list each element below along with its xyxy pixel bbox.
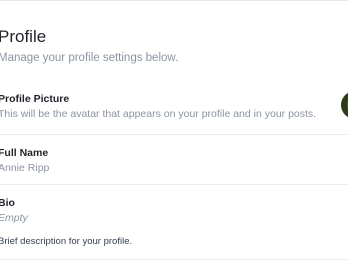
page-title: Profile: [0, 27, 47, 46]
row-divider: [0, 259, 348, 260]
bio-value: Empty: [0, 212, 28, 224]
avatar[interactable]: [341, 91, 348, 119]
bio-help-text: Brief description for your profile.: [0, 236, 133, 247]
profile-picture-label: Profile Picture: [0, 93, 70, 105]
row-divider: [0, 134, 348, 135]
bio-label: Bio: [0, 197, 15, 209]
full-name-value: Annie Ripp: [0, 162, 50, 174]
top-divider: [0, 0, 348, 1]
row-divider: [0, 184, 348, 185]
page-subtitle: Manage your profile settings below.: [0, 52, 179, 64]
profile-picture-description: This will be the avatar that appears on …: [0, 108, 317, 120]
profile-settings-page: Profile Manage your profile settings bel…: [0, 0, 348, 268]
full-name-label: Full Name: [0, 147, 49, 159]
